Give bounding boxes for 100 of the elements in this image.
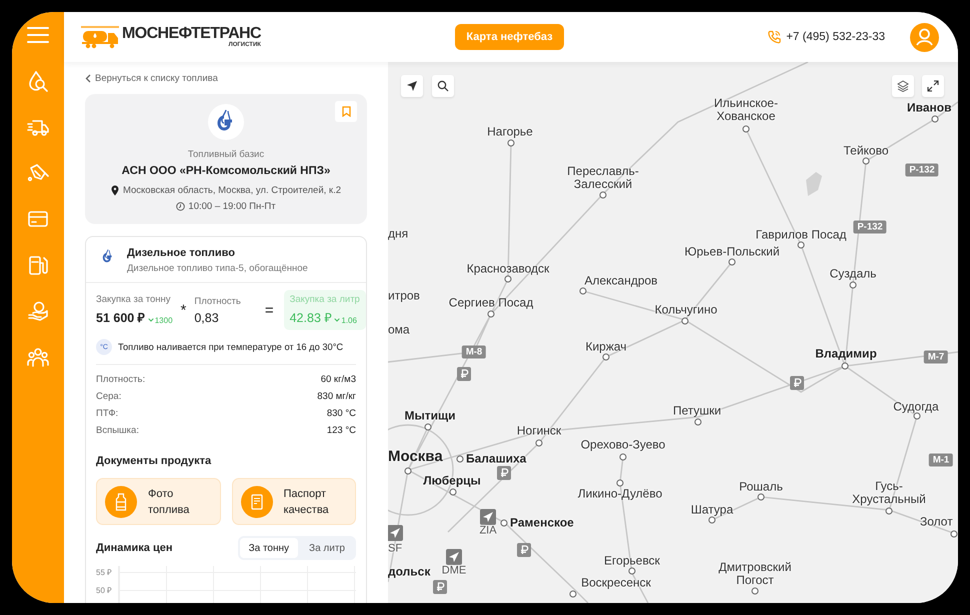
logo-title: МОСНЕФТЕТРАНС — [122, 26, 261, 42]
place-label: Егорьевск — [604, 554, 660, 568]
place-label: Рошаль — [739, 480, 783, 494]
town-marker — [950, 530, 958, 538]
town-marker — [456, 456, 464, 462]
fullscreen-button[interactable] — [922, 75, 944, 97]
user-avatar-icon[interactable] — [910, 22, 939, 52]
place-label: Краснозаводск — [466, 262, 550, 276]
airport-code: SF — [388, 542, 402, 556]
tanker-truck-icon — [80, 25, 120, 49]
spec-value: 123 °C — [326, 425, 356, 436]
town-marker — [500, 520, 508, 526]
place-label: Юрьев-Польский — [684, 246, 780, 258]
town-marker — [404, 468, 412, 474]
place-label: дня — [388, 228, 408, 240]
town-marker — [504, 276, 512, 282]
town-marker — [742, 126, 750, 132]
back-link[interactable]: Вернуться к списку топлива — [85, 70, 367, 86]
town-marker — [580, 288, 586, 294]
city-label: Иванов — [907, 102, 952, 114]
fuel-pump-icon[interactable] — [27, 254, 49, 276]
road-number-sign: М-7 — [924, 350, 948, 364]
spec-label: Плотность: — [96, 374, 146, 385]
town-marker — [570, 590, 576, 598]
road-number-sign: М-8 — [462, 346, 486, 358]
ruble-marker-icon — [790, 376, 804, 390]
supplier-type: Топливный базис — [188, 149, 264, 160]
town-marker — [694, 418, 702, 426]
location-pin-icon — [110, 185, 119, 196]
chevron-down-icon — [334, 318, 340, 322]
spec-label: Сера: — [96, 391, 122, 402]
people-icon[interactable] — [27, 346, 49, 368]
fullscreen-icon — [927, 80, 939, 92]
town-marker — [600, 192, 606, 198]
bookmark-icon — [342, 106, 350, 117]
ruble-marker-icon — [433, 580, 447, 594]
chart-title: Динамика цен — [96, 542, 172, 554]
airport-icon — [480, 509, 496, 525]
menu-icon[interactable] — [27, 24, 49, 46]
multiply-sign: * — [180, 302, 186, 318]
search-button[interactable] — [432, 75, 454, 97]
place-label: Ногинск — [516, 424, 562, 438]
place-label: Ликино-Дулёво — [578, 488, 662, 500]
place-label: Гаврилов Посад — [756, 228, 846, 242]
town-marker — [450, 488, 456, 496]
town-marker — [602, 354, 610, 360]
locate-arrow-button[interactable] — [401, 75, 423, 97]
price-label: Закупка за тонну — [96, 294, 172, 305]
town-marker — [508, 140, 514, 146]
capital-label: Москва — [388, 449, 443, 465]
road-number-sign: Р-132 — [905, 164, 939, 176]
phone-number[interactable]: +7 (495) 532-23-33 — [786, 31, 885, 43]
place-label: Золот — [920, 516, 953, 528]
document-tile[interactable]: Фото топлива — [96, 478, 220, 525]
place-label: итров — [388, 290, 420, 302]
price-change: 1.06 — [341, 316, 357, 324]
town-marker — [616, 480, 624, 486]
town-marker — [842, 362, 848, 370]
town-marker — [862, 158, 870, 164]
hand-coin-icon[interactable] — [27, 300, 49, 322]
document-tile[interactable]: Паспорт качества — [232, 478, 356, 525]
density-label: Плотность — [194, 296, 241, 306]
bottle-icon — [105, 486, 137, 518]
ruble-marker-icon — [457, 367, 471, 381]
airport-icon — [446, 549, 462, 565]
city-label: Люберцы — [423, 474, 481, 488]
town-marker — [628, 568, 636, 574]
town-marker — [850, 282, 856, 288]
place-label: Кольчугино — [654, 304, 718, 316]
spec-label: Вспышка: — [96, 425, 139, 436]
town-marker — [758, 494, 764, 500]
town-marker — [682, 318, 688, 324]
town-marker — [914, 412, 920, 420]
town-marker — [708, 516, 716, 524]
chevron-left-icon — [85, 74, 91, 82]
documents-title: Документы продукта — [96, 455, 212, 467]
place-label: Киржач — [585, 340, 627, 354]
town-marker — [728, 258, 736, 266]
drop-search-icon[interactable] — [27, 70, 49, 92]
place-label: Александров — [584, 274, 658, 288]
locate-arrow-icon — [406, 80, 418, 92]
town-marker — [886, 508, 892, 514]
city-label: дольск — [388, 566, 430, 578]
ruble-marker-icon — [497, 466, 511, 480]
spec-value: 60 кг/м3 — [320, 374, 356, 385]
layers-icon — [897, 80, 909, 92]
price-per-liter: 42.83 ₽ — [290, 310, 332, 326]
unit-tab[interactable]: За литр — [300, 538, 354, 558]
town-marker — [620, 454, 626, 460]
place-label: Петушки — [672, 404, 722, 418]
card-icon[interactable] — [27, 208, 49, 230]
density-value: 0,83 — [194, 310, 219, 324]
fuel-nozzle-icon[interactable] — [27, 162, 49, 184]
price-per-ton: 51 600 ₽ — [96, 310, 145, 326]
town-marker — [488, 310, 494, 318]
spec-value: 830 °C — [326, 408, 356, 419]
unit-tab[interactable]: За тонну — [240, 538, 298, 558]
bookmark-button[interactable] — [335, 101, 357, 122]
layers-button[interactable] — [892, 75, 914, 97]
flame-logo-icon — [208, 104, 244, 140]
